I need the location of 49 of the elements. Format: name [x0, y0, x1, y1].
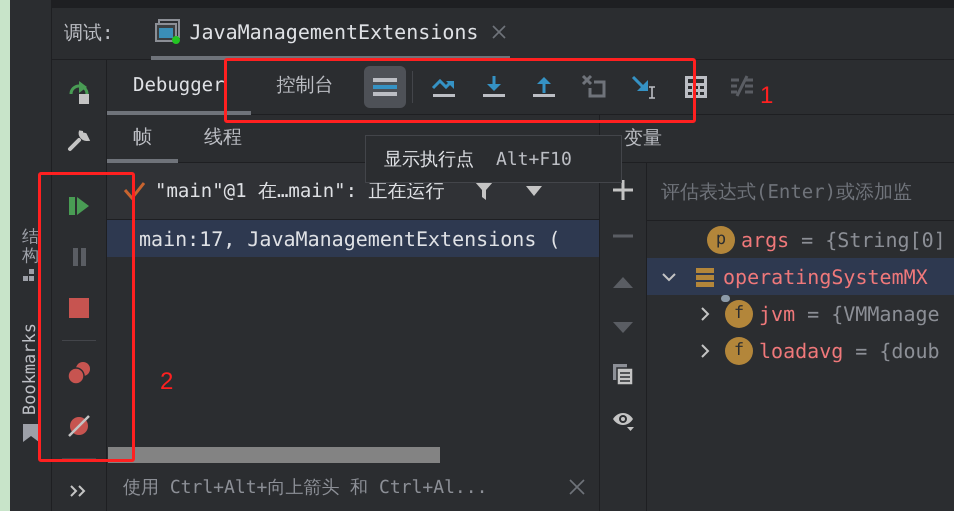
variable-name: args [741, 226, 790, 254]
stop-icon[interactable] [67, 296, 91, 320]
field-badge: f [725, 336, 753, 364]
annotation-number: 2 [160, 370, 174, 394]
dropdown-icon[interactable] [526, 186, 542, 196]
variables-title: 变量 [624, 126, 662, 152]
bookmarks-tab-label[interactable]: Bookmarks [18, 323, 44, 416]
layout-button[interactable] [364, 66, 406, 108]
tab[interactable]: Debugger [107, 60, 251, 114]
variable-name: jvm [759, 300, 796, 328]
check-icon [123, 181, 145, 201]
add-icon[interactable] [612, 179, 634, 201]
stack-frame-row[interactable]: main:17, JavaManagementExtensions ( [107, 220, 599, 257]
bookmark-icon[interactable] [22, 424, 38, 442]
variable-row[interactable]: operatingSystemMX [647, 258, 954, 295]
parameter-badge: p [707, 226, 735, 254]
variable-name: operatingSystemMX [723, 264, 928, 290]
tooltip-shortcut: Alt+F10 [496, 148, 572, 172]
run-to-cursor-icon [630, 74, 657, 100]
variable-row[interactable]: f loadavg = {doub [647, 332, 954, 369]
step-into-icon [480, 74, 507, 100]
step-out-icon [530, 74, 557, 100]
scrollbar-thumb[interactable] [108, 447, 440, 463]
window-icon [155, 18, 182, 44]
annotation-number: 1 [760, 84, 774, 108]
tab[interactable]: 线程 [178, 115, 268, 163]
close-icon[interactable] [569, 479, 585, 495]
evaluate-expression-field[interactable]: 评估表达式(Enter)或添加监 [647, 163, 954, 221]
rerun-icon[interactable] [67, 80, 91, 104]
tab[interactable]: 控制台 [250, 60, 360, 114]
tooltip-text: 显示执行点 [384, 148, 474, 172]
close-icon[interactable] [492, 24, 506, 38]
breakpoints-icon[interactable] [67, 361, 91, 385]
session-tab-title: JavaManagementExtensions [189, 18, 478, 46]
variable-value: = {VMManage [807, 300, 940, 328]
variable-row[interactable]: p args = {String[0] [647, 221, 954, 258]
drop-frame-icon [580, 74, 607, 100]
copy-icon[interactable] [612, 363, 634, 385]
structure-tab-label[interactable]: 结构 [22, 228, 39, 266]
wrench-icon[interactable] [67, 128, 91, 152]
mute-breakpoints-icon[interactable] [67, 414, 91, 438]
debug-label: 调试: [64, 21, 114, 46]
variable-name: loadavg [759, 338, 844, 364]
hint-text: 使用 Ctrl+Alt+向上箭头 和 Ctrl+Al... [123, 476, 488, 500]
resume-icon[interactable] [67, 194, 91, 218]
variable-value: = {String[0] [801, 226, 946, 254]
session-tab[interactable]: JavaManagementExtensions [151, 8, 510, 60]
variable-row[interactable]: f jvm = {VMManage [647, 295, 954, 332]
variable-value: = {doub [855, 338, 940, 364]
